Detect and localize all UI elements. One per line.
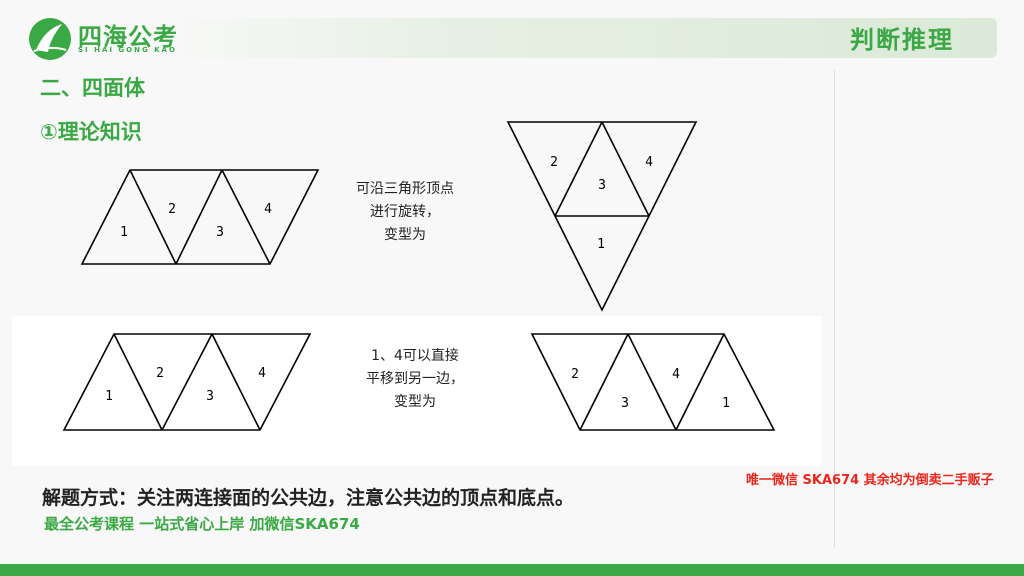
face-label: 4 [645, 155, 653, 170]
face-label: 4 [258, 366, 266, 381]
net-2-right [530, 333, 776, 431]
face-label: 3 [206, 389, 214, 404]
note-line: 平移到另一边， [366, 371, 464, 387]
note-line: 进行旋转， [370, 204, 440, 220]
net-2-left [62, 333, 312, 431]
face-label: 4 [672, 367, 680, 382]
note-line: 1、4可以直接 [371, 348, 459, 364]
net-1-right [506, 121, 698, 312]
footer-bar [0, 564, 1024, 576]
face-label: 4 [264, 202, 272, 217]
face-label: 2 [156, 366, 164, 381]
watermark-text: 唯一微信 SKA674 其余均为倒卖二手贩子 [746, 473, 994, 488]
face-label: 3 [216, 225, 224, 240]
face-label: 1 [105, 389, 113, 404]
rotation-note: 可沿三角形顶点 进行旋转， 变型为 [345, 178, 465, 247]
face-label: 1 [722, 396, 730, 411]
note-line: 变型为 [394, 394, 436, 410]
translation-note: 1、4可以直接 平移到另一边， 变型为 [345, 345, 485, 414]
face-label: 1 [120, 225, 128, 240]
promo-text: 最全公考课程 一站式省心上岸 加微信SKA674 [44, 515, 360, 533]
face-label: 3 [598, 178, 606, 193]
net-1-left [80, 169, 320, 265]
note-line: 变型为 [384, 227, 426, 243]
face-label: 3 [621, 396, 629, 411]
note-line: 可沿三角形顶点 [356, 181, 454, 197]
face-label: 2 [550, 155, 558, 170]
method-text: 解题方式：关注两连接面的公共边，注意公共边的顶点和底点。 [42, 487, 575, 509]
face-label: 2 [571, 367, 579, 382]
face-label: 1 [597, 237, 605, 252]
face-label: 2 [168, 202, 176, 217]
